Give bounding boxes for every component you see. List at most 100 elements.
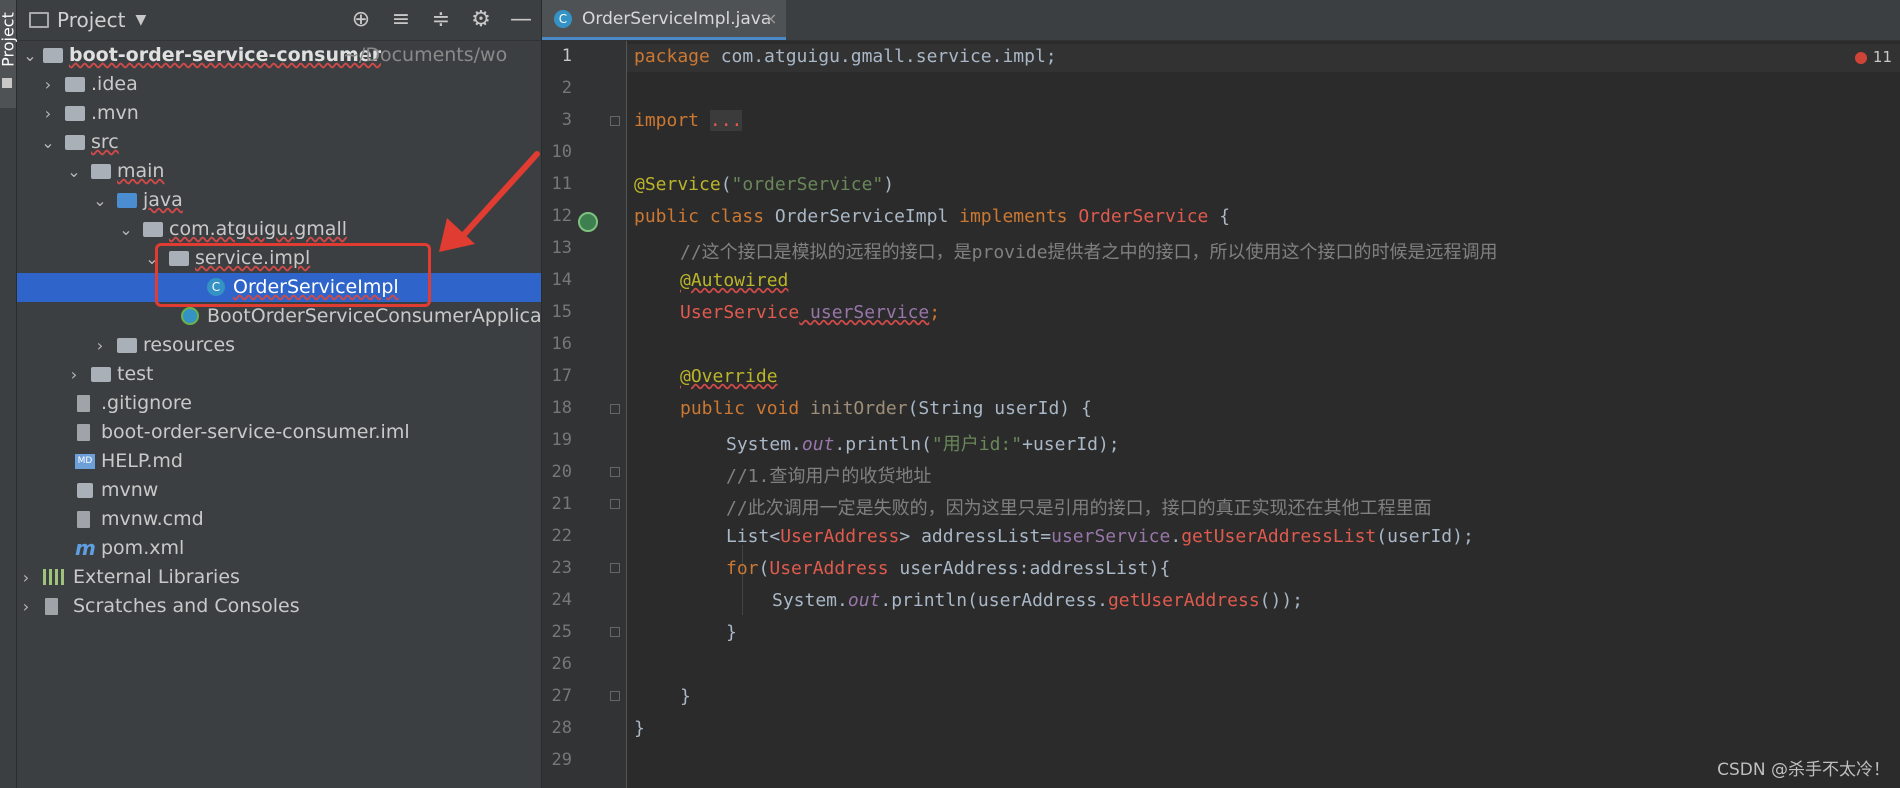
code-token: implements <box>959 206 1068 227</box>
tree-item-label: main <box>117 160 165 182</box>
fold-icon[interactable] <box>610 404 620 414</box>
code-line-27[interactable]: } <box>680 686 691 707</box>
code-token: } <box>680 686 691 707</box>
tree-item-label: boot-order-service-consumer.iml <box>101 421 410 443</box>
code-line-20[interactable]: //1.查询用户的收货地址 <box>726 462 931 488</box>
chevron-down-icon[interactable]: ⌄ <box>91 186 109 215</box>
code-token: "用户id:" <box>931 434 1023 455</box>
line-number: 1 <box>561 46 572 66</box>
line-number: 3 <box>561 110 572 130</box>
chevron-down-icon[interactable]: ⌄ <box>39 128 57 157</box>
tree-item-root[interactable]: ⌄ boot-order-service-consumer ~/Document… <box>17 41 541 70</box>
library-icon <box>43 569 65 585</box>
tree-item-idea[interactable]: › .idea <box>17 70 541 99</box>
folder-icon <box>65 77 85 92</box>
code-line-28[interactable]: } <box>634 718 645 739</box>
code-line-25[interactable]: } <box>726 622 737 643</box>
code-line-24[interactable]: System.out.println(userAddress.getUserAd… <box>772 590 1303 611</box>
line-number: 20 <box>551 462 572 482</box>
highlight-box <box>155 243 431 307</box>
line-number: 29 <box>551 750 572 770</box>
line-number: 12 <box>551 206 572 226</box>
line-number: 13 <box>551 238 572 258</box>
tree-item-mvnw[interactable]: mvnw <box>17 476 541 505</box>
code-token: @Override <box>680 366 778 387</box>
code-line-19[interactable]: System.out.println("用户id:"+userId); <box>726 430 1120 456</box>
spring-boot-class-icon <box>181 307 199 325</box>
tree-item-mvnw-cmd[interactable]: mvnw.cmd <box>17 505 541 534</box>
tree-item-scratches[interactable]: › Scratches and Consoles <box>17 592 541 621</box>
tree-item-test[interactable]: › test <box>17 360 541 389</box>
code-line-15[interactable]: UserService userService; <box>680 302 940 323</box>
code-token: public void <box>680 398 800 419</box>
tree-item-mvn[interactable]: › .mvn <box>17 99 541 128</box>
code-token: ()); <box>1259 590 1304 611</box>
editor-tab[interactable]: C OrderServiceImpl.java × <box>542 0 786 40</box>
fold-icon[interactable] <box>610 691 620 701</box>
gutter-divider <box>626 41 627 788</box>
chevron-right-icon[interactable]: › <box>39 99 57 128</box>
code-line-14[interactable]: @Autowired <box>680 270 788 291</box>
line-number: 19 <box>551 430 572 450</box>
editor-tab-label: OrderServiceImpl.java <box>582 9 772 29</box>
code-line-3[interactable]: import ... <box>634 110 743 131</box>
folded-imports[interactable]: ... <box>709 110 743 131</box>
error-indicator[interactable]: 11 <box>1854 48 1892 66</box>
code-line-17[interactable]: @Override <box>680 366 778 387</box>
code-comment: //1.查询用户的收货地址 <box>726 466 932 487</box>
fold-icon[interactable] <box>610 627 620 637</box>
collapse-all-icon[interactable]: ≑ <box>427 6 455 34</box>
code-token: getUserAddress <box>1107 590 1260 611</box>
tree-item-help-md[interactable]: MD HELP.md <box>17 447 541 476</box>
code-line-12[interactable]: public class OrderServiceImpl implements… <box>634 206 1230 227</box>
minimize-icon[interactable]: — <box>507 6 535 34</box>
tree-item-resources[interactable]: › resources <box>17 331 541 360</box>
chevron-right-icon[interactable]: › <box>17 592 35 621</box>
code-token: } <box>634 718 645 739</box>
code-token: getUserAddressList <box>1181 526 1377 547</box>
line-number: 24 <box>551 590 572 610</box>
code-line-18[interactable]: public void initOrder(String userId) { <box>680 398 1092 419</box>
project-tool-tab[interactable]: Project <box>0 0 18 108</box>
fold-icon[interactable] <box>610 116 620 126</box>
code-line-1[interactable]: package com.atguigu.gmall.service.impl; <box>634 46 1057 67</box>
code-token: ( <box>720 174 732 195</box>
close-icon[interactable]: × <box>764 0 777 38</box>
code-token: "orderService" <box>731 174 884 195</box>
locate-icon[interactable]: ⊕ <box>347 6 375 34</box>
indent-guide <box>742 545 743 615</box>
tree-item-external-libraries[interactable]: › External Libraries <box>17 563 541 592</box>
chevron-right-icon[interactable]: › <box>17 563 35 592</box>
implements-gutter-icon[interactable] <box>578 212 598 232</box>
shell-script-icon <box>77 483 93 498</box>
code-token: @Service <box>634 174 721 195</box>
maven-icon: m <box>75 536 96 560</box>
project-view-selector[interactable]: Project ▼ <box>29 8 146 32</box>
chevron-down-icon[interactable]: ⌄ <box>21 41 39 70</box>
chevron-down-icon[interactable]: ⌄ <box>117 215 135 244</box>
fold-icon[interactable] <box>610 467 620 477</box>
line-number: 14 <box>551 270 572 290</box>
code-token: UserAddress <box>769 558 889 579</box>
code-line-23[interactable]: for(UserAddress userAddress:addressList)… <box>726 558 1170 579</box>
code-line-13[interactable]: //这个接口是模拟的远程的接口，是provide提供者之中的接口，所以使用这个接… <box>680 238 1498 264</box>
fold-icon[interactable] <box>610 563 620 573</box>
tree-item-path: ~/Documents/wo <box>343 44 508 66</box>
tree-item-iml[interactable]: boot-order-service-consumer.iml <box>17 418 541 447</box>
tree-item-gitignore[interactable]: .gitignore <box>17 389 541 418</box>
code-token: .println( <box>834 434 932 455</box>
chevron-right-icon[interactable]: › <box>39 70 57 99</box>
module-folder-icon <box>43 48 63 63</box>
expand-all-icon[interactable]: ≡ <box>387 6 415 34</box>
code-line-21[interactable]: //此次调用一定是失败的，因为这里只是引用的接口，接口的真正实现还在其他工程里面 <box>726 494 1432 520</box>
tree-item-pom[interactable]: m pom.xml <box>17 534 541 563</box>
chevron-right-icon[interactable]: › <box>91 331 109 360</box>
code-line-22[interactable]: List<UserAddress> addressList=userServic… <box>726 526 1474 547</box>
code-line-11[interactable]: @Service("orderService") <box>634 174 894 195</box>
code-token: . <box>1170 526 1182 547</box>
gear-icon[interactable]: ⚙ <box>467 6 495 34</box>
chevron-down-icon[interactable]: ⌄ <box>65 157 83 186</box>
fold-icon[interactable] <box>610 499 620 509</box>
code-token: System. <box>726 434 802 455</box>
chevron-right-icon[interactable]: › <box>65 360 83 389</box>
